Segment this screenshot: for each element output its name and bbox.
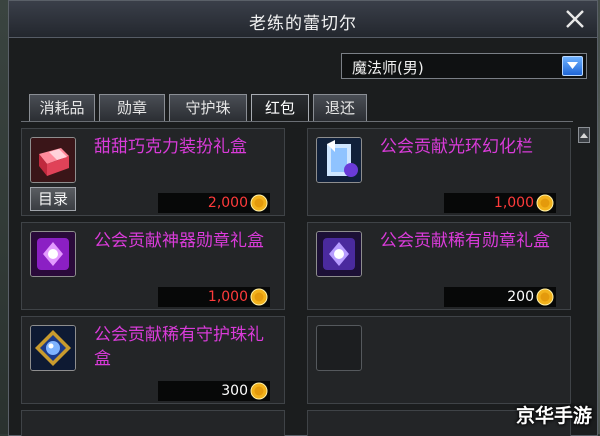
item-price: 1,000: [207, 289, 248, 305]
scrollbar[interactable]: [578, 127, 590, 427]
item-price: 2,000: [207, 195, 248, 211]
dropdown-arrow-button[interactable]: [562, 56, 583, 76]
empty-item-slot: [307, 316, 571, 404]
chevron-down-icon: [567, 62, 578, 69]
title-bar: 老练的蕾切尔: [9, 1, 597, 38]
tab-guardian-orbs[interactable]: 守护珠: [169, 94, 247, 121]
aura-scroll-icon: [316, 137, 362, 183]
arrow-up-icon: [580, 133, 588, 138]
item-name: 公会贡献光环幻化栏: [380, 137, 533, 157]
catalog-button[interactable]: 目录: [30, 187, 76, 211]
red-gift-box-icon: [30, 137, 76, 183]
gold-coin-icon: [536, 194, 554, 212]
empty-item-slot: [21, 410, 285, 436]
shop-item[interactable]: 公会贡献稀有守护珠礼盒 300: [21, 316, 285, 404]
shop-item[interactable]: 公会贡献稀有勋章礼盒 200: [307, 222, 571, 310]
gold-coin-icon: [250, 194, 268, 212]
shop-item[interactable]: 公会贡献光环幻化栏 1,000: [307, 128, 571, 216]
class-select[interactable]: 魔法师(男): [341, 53, 587, 79]
item-list: 目录 甜甜巧克力装扮礼盒 2,000 公会贡献光环幻化栏 1,000 公会贡献神…: [21, 121, 573, 436]
gold-coin-icon: [536, 288, 554, 306]
tab-consumables[interactable]: 消耗品: [29, 94, 95, 121]
class-select-value: 魔法师(男): [352, 59, 424, 77]
item-name: 公会贡献稀有勋章礼盒: [380, 231, 550, 251]
item-price: 300: [221, 383, 248, 399]
purple-emblem-box-icon: [30, 231, 76, 277]
item-name: 甜甜巧克力装扮礼盒: [94, 137, 247, 157]
close-button[interactable]: [563, 7, 587, 31]
item-price: 1,000: [493, 195, 534, 211]
shop-window: 老练的蕾切尔 魔法师(男) 消耗品 勋章 守护珠 红包 退还 目录 甜甜巧克力装…: [8, 0, 598, 436]
gold-coin-icon: [250, 288, 268, 306]
window-title: 老练的蕾切尔: [249, 14, 357, 34]
price-bar: 300: [158, 381, 270, 401]
item-price: 200: [507, 289, 534, 305]
shop-item[interactable]: 目录 甜甜巧克力装扮礼盒 2,000: [21, 128, 285, 216]
price-bar: 200: [444, 287, 556, 307]
scroll-up-button[interactable]: [578, 127, 590, 143]
empty-icon-frame: [316, 325, 362, 371]
item-name: 公会贡献神器勋章礼盒: [94, 231, 264, 251]
gold-coin-icon: [250, 382, 268, 400]
shop-item[interactable]: 公会贡献神器勋章礼盒 1,000: [21, 222, 285, 310]
price-bar: 1,000: [444, 193, 556, 213]
guardian-orb-box-icon: [30, 325, 76, 371]
close-icon: [566, 10, 584, 28]
tab-red-packets[interactable]: 红包: [251, 94, 309, 121]
watermark: 京华手游: [515, 405, 592, 427]
price-bar: 2,000: [158, 193, 270, 213]
violet-emblem-box-icon: [316, 231, 362, 277]
tab-medals[interactable]: 勋章: [99, 94, 165, 121]
tab-refund[interactable]: 退还: [313, 94, 367, 121]
price-bar: 1,000: [158, 287, 270, 307]
item-name: 公会贡献稀有守护珠礼盒: [94, 325, 264, 369]
